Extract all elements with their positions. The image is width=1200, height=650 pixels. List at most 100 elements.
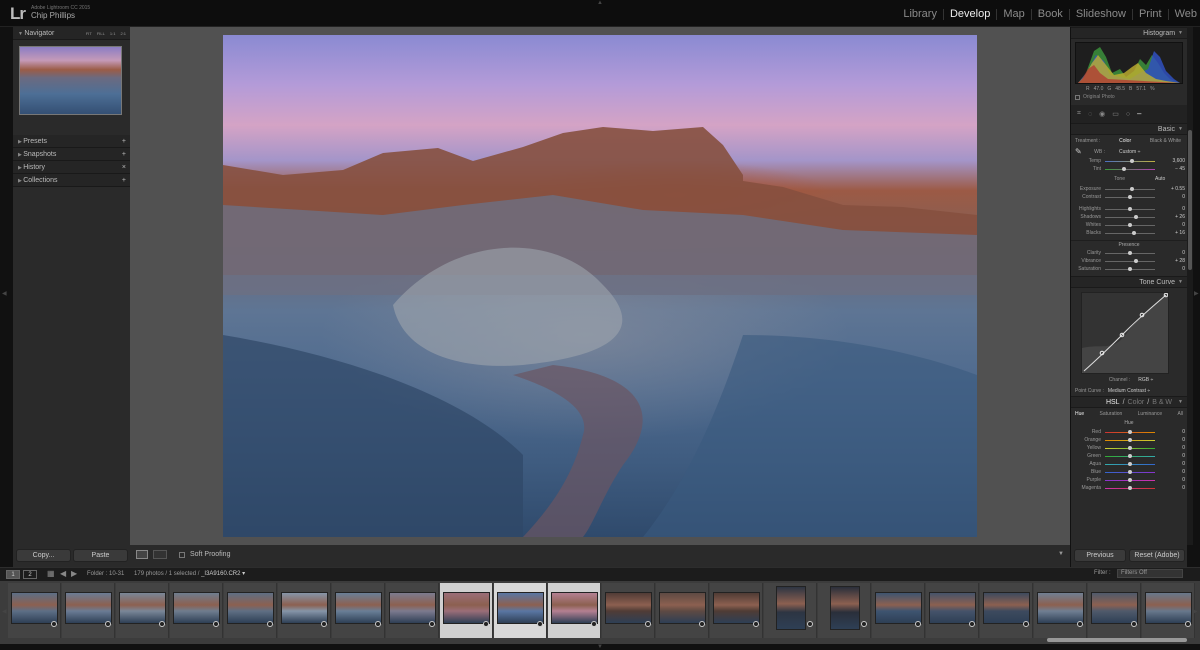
filmstrip-cell[interactable] — [494, 583, 547, 638]
filmstrip-cell[interactable] — [872, 583, 925, 638]
shadows-value[interactable]: + 26 — [1159, 214, 1185, 220]
toolbar-menu-icon[interactable]: ▼ — [1058, 551, 1064, 557]
graduated-filter-icon[interactable]: ▭ — [1112, 110, 1119, 118]
shadows-knob[interactable] — [1133, 214, 1138, 219]
module-library[interactable]: Library — [897, 9, 944, 20]
blacks-knob[interactable] — [1131, 230, 1136, 235]
hsl-header[interactable]: HSL / Color / B & W — [1071, 396, 1187, 408]
tone-curve-graph[interactable] — [1081, 292, 1169, 374]
module-book[interactable]: Book — [1032, 9, 1070, 20]
hsl-slider[interactable] — [1105, 437, 1155, 442]
blacks-row[interactable]: Blacks + 16 — [1071, 229, 1187, 237]
saturation-value[interactable]: 0 — [1159, 266, 1185, 272]
module-develop[interactable]: Develop — [944, 9, 998, 20]
module-web[interactable]: Web — [1169, 9, 1200, 20]
saturation-slider[interactable] — [1105, 266, 1155, 271]
previous-button[interactable]: Previous — [1074, 549, 1126, 562]
tint-value[interactable]: − 45 — [1159, 166, 1185, 172]
hsl-row-aqua[interactable]: Aqua 0 — [1071, 460, 1187, 468]
main-photo[interactable] — [223, 35, 977, 537]
right-panel-toggle-icon[interactable]: ▶ — [1194, 290, 1199, 297]
temp-slider[interactable] — [1105, 158, 1155, 163]
paste-button[interactable]: Paste — [73, 549, 128, 562]
hsl-knob[interactable] — [1128, 453, 1132, 458]
grid-view-icon[interactable]: ▦ — [47, 569, 55, 578]
hsl-row-green[interactable]: Green 0 — [1071, 452, 1187, 460]
highlights-slider[interactable] — [1105, 206, 1155, 211]
filmstrip-cell[interactable] — [116, 583, 169, 638]
hsl-row-red[interactable]: Red 0 — [1071, 428, 1187, 436]
histogram-header[interactable]: Histogram — [1071, 27, 1187, 39]
primary-window-button[interactable]: 1 — [6, 570, 20, 579]
vibrance-knob[interactable] — [1134, 258, 1139, 263]
module-print[interactable]: Print — [1133, 9, 1169, 20]
forward-arrow-icon[interactable]: ▶ — [71, 569, 77, 578]
saturation-row[interactable]: Saturation 0 — [1071, 265, 1187, 273]
clarity-slider[interactable] — [1105, 250, 1155, 255]
filmstrip-cell[interactable] — [1034, 583, 1087, 638]
navigator-preview[interactable] — [19, 46, 122, 115]
hsl-tab-saturation[interactable]: Saturation — [1100, 411, 1123, 417]
filmstrip-cell[interactable] — [278, 583, 331, 638]
top-panel-toggle-icon[interactable]: ▲ — [597, 0, 603, 6]
filmstrip-thumbnail[interactable] — [65, 592, 112, 624]
tone-curve-header[interactable]: Tone Curve — [1071, 276, 1187, 288]
clarity-value[interactable]: 0 — [1159, 250, 1185, 256]
temp-knob[interactable] — [1130, 158, 1135, 163]
wb-value[interactable]: Custom ÷ — [1119, 149, 1140, 155]
hsl-knob[interactable] — [1128, 469, 1132, 474]
filmstrip-thumbnail[interactable] — [983, 592, 1030, 624]
filmstrip-thumbnail[interactable] — [659, 592, 706, 624]
filmstrip-cell[interactable] — [62, 583, 115, 638]
filmstrip-thumbnail[interactable] — [1145, 592, 1192, 624]
collections-add-icon[interactable]: + — [122, 177, 126, 184]
temp-row[interactable]: Temp 3,600 — [1071, 157, 1187, 165]
shadows-slider[interactable] — [1105, 214, 1155, 219]
filmstrip-thumbnail[interactable] — [605, 592, 652, 624]
highlights-knob[interactable] — [1128, 206, 1132, 211]
filmstrip-cell[interactable] — [710, 583, 763, 638]
right-panel-scrollbar[interactable] — [1187, 27, 1193, 545]
folder-label[interactable]: Folder : 10-31 — [87, 571, 124, 577]
vibrance-value[interactable]: + 28 — [1159, 258, 1185, 264]
navigator-header[interactable]: Navigator FIT FILL 1:1 2:1 — [13, 27, 130, 40]
hsl-row-purple[interactable]: Purple 0 — [1071, 476, 1187, 484]
original-photo-checkbox[interactable] — [1075, 94, 1080, 100]
presets-header[interactable]: Presets + — [13, 135, 130, 148]
hsl-knob[interactable] — [1128, 485, 1132, 490]
adjustment-brush-icon[interactable]: ━ — [1137, 110, 1141, 118]
filmstrip-thumbnail[interactable] — [497, 592, 544, 624]
filmstrip-cell[interactable] — [980, 583, 1033, 638]
hsl-slider[interactable] — [1105, 429, 1155, 434]
color-title[interactable]: Color — [1128, 399, 1145, 406]
history-header[interactable]: History × — [13, 161, 130, 174]
filmstrip-thumbnail[interactable] — [1091, 592, 1138, 624]
filmstrip-thumbnail[interactable] — [119, 592, 166, 624]
filmstrip-cell[interactable] — [818, 583, 871, 638]
hsl-row-value[interactable]: 0 — [1159, 461, 1185, 467]
hsl-row-value[interactable]: 0 — [1159, 437, 1185, 443]
hsl-row-value[interactable]: 0 — [1159, 469, 1185, 475]
zoom-2-1[interactable]: 2:1 — [120, 31, 126, 36]
filmstrip-cell[interactable] — [170, 583, 223, 638]
whites-row[interactable]: Whites 0 — [1071, 221, 1187, 229]
hsl-tab-all[interactable]: All — [1177, 411, 1183, 417]
history-clear-icon[interactable]: × — [122, 164, 126, 171]
filmstrip-thumbnail[interactable] — [173, 592, 220, 624]
histogram[interactable] — [1075, 42, 1183, 84]
hsl-row-value[interactable]: 0 — [1159, 485, 1185, 491]
hsl-row-value[interactable]: 0 — [1159, 429, 1185, 435]
hsl-slider[interactable] — [1105, 469, 1155, 474]
exposure-knob[interactable] — [1130, 186, 1135, 191]
highlights-row[interactable]: Highlights 0 — [1071, 205, 1187, 213]
spot-removal-icon[interactable]: ◌ — [1088, 111, 1092, 118]
radial-filter-icon[interactable]: ○ — [1126, 111, 1130, 118]
zoom-fit[interactable]: FIT — [86, 31, 92, 36]
hsl-tab-hue[interactable]: Hue — [1075, 411, 1084, 417]
vibrance-slider[interactable] — [1105, 258, 1155, 263]
point-curve-value[interactable]: Medium Contrast ÷ — [1108, 388, 1150, 394]
filmstrip-cell[interactable] — [386, 583, 439, 638]
copy-button[interactable]: Copy... — [16, 549, 71, 562]
blacks-value[interactable]: + 16 — [1159, 230, 1185, 236]
filmstrip-cell[interactable] — [602, 583, 655, 638]
